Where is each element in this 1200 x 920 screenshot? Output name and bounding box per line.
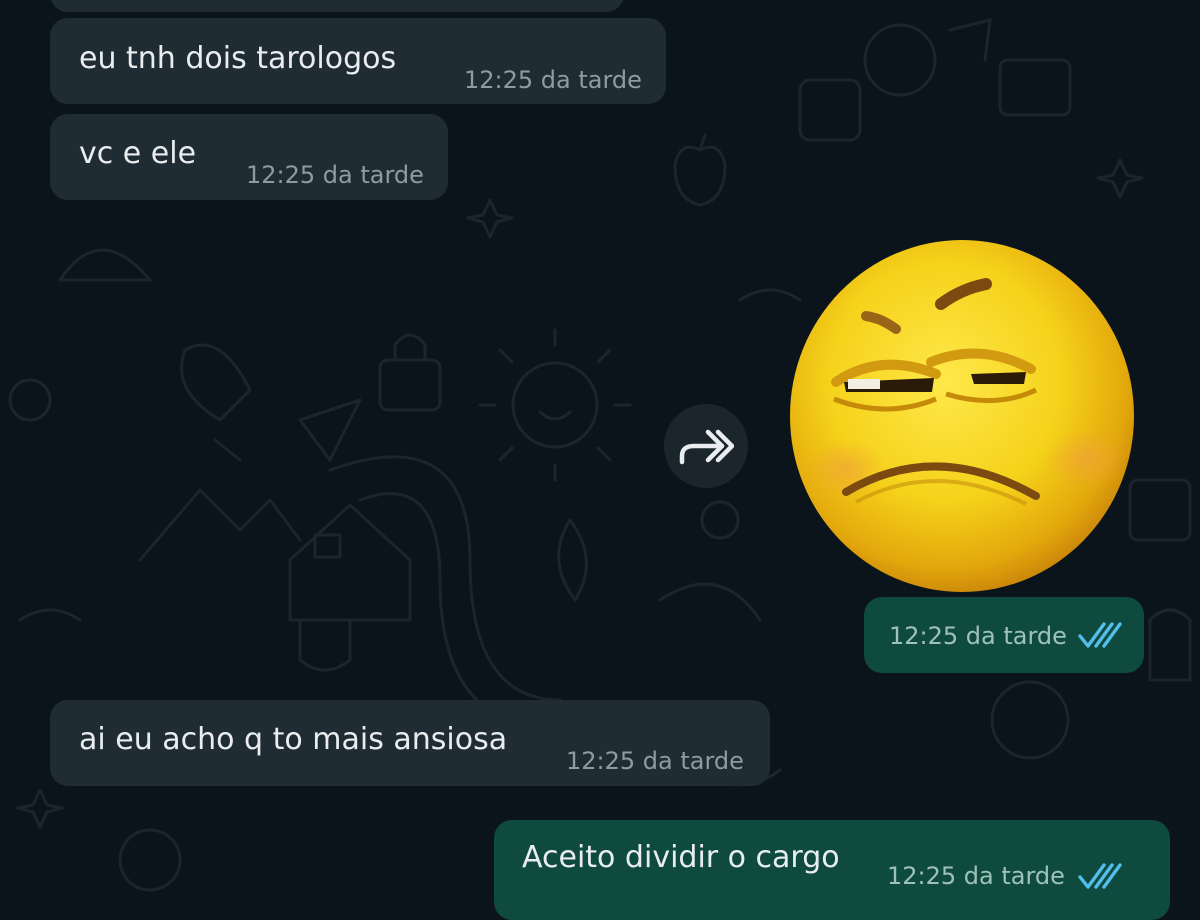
message-incoming[interactable]: ai eu acho q to mais ansiosa 12:25 da ta… (50, 700, 770, 786)
annoyed-face-icon (790, 240, 1134, 592)
message-text: Aceito dividir o cargo (522, 840, 840, 875)
message-outgoing[interactable]: Aceito dividir o cargo 12:25 da tarde (494, 820, 1170, 920)
forward-button[interactable] (664, 404, 748, 488)
chat-conversation[interactable]: eu tnh dois tarologos 12:25 da tarde vc … (0, 0, 1200, 920)
double-check-icon (1078, 863, 1122, 889)
sticker-annoyed-face[interactable] (786, 234, 1138, 594)
message-time: 12:25 da tarde (887, 862, 1065, 890)
message-incoming[interactable]: vc e ele 12:25 da tarde (50, 114, 448, 200)
forward-icon (679, 429, 734, 465)
double-check-icon (1078, 622, 1122, 648)
message-text: ai eu acho q to mais ansiosa (79, 722, 508, 757)
message-time: 12:25 da tarde (464, 66, 642, 94)
message-text: eu tnh dois tarologos (79, 41, 397, 76)
sticker-time-badge: 12:25 da tarde (864, 597, 1144, 673)
message-text: vc e ele (79, 136, 197, 171)
message-time: 12:25 da tarde (566, 747, 744, 775)
message-incoming[interactable]: eu tnh dois tarologos 12:25 da tarde (50, 18, 666, 104)
message-time: 12:25 da tarde (246, 161, 424, 189)
message-bubble-partial (50, 0, 624, 12)
message-time: 12:25 da tarde (889, 622, 1067, 650)
